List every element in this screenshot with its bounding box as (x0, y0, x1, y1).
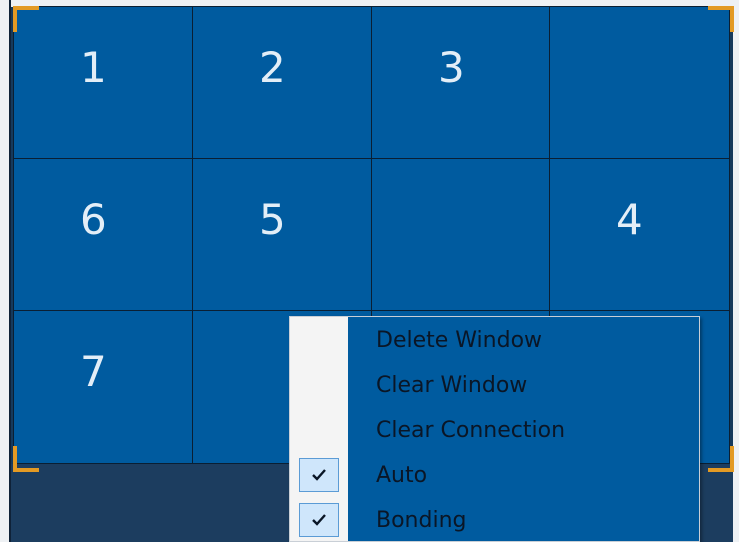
wall-cell-9[interactable]: 7 (14, 311, 193, 464)
menu-item-clear-window[interactable]: Clear Window (290, 364, 699, 409)
cell-number: 5 (259, 195, 286, 244)
cell-number: 4 (616, 195, 643, 244)
menu-item-label: Delete Window (376, 328, 543, 353)
wall-cell-4[interactable] (550, 7, 730, 159)
check-icon (299, 458, 339, 492)
wall-cell-5[interactable]: 6 (14, 159, 193, 311)
corner-marker-top-right (708, 6, 734, 32)
wall-cell-7[interactable] (372, 159, 550, 311)
window-frame-left (0, 0, 9, 542)
corner-marker-bottom-left (13, 446, 39, 472)
cell-number: 3 (438, 43, 465, 92)
cell-number: 2 (259, 43, 286, 92)
cell-number: 1 (80, 43, 107, 92)
menu-item-clear-connection[interactable]: Clear Connection (290, 409, 699, 454)
context-menu: Delete Window Clear Window Clear Connect… (289, 316, 700, 542)
menu-item-label: Auto (376, 463, 428, 488)
wall-cell-8[interactable]: 4 (550, 159, 730, 311)
wall-cell-1[interactable]: 1 (14, 7, 193, 159)
cell-number: 6 (80, 195, 107, 244)
corner-marker-bottom-right (708, 446, 734, 472)
corner-marker-top-left (13, 6, 39, 32)
menu-item-bonding[interactable]: Bonding (290, 499, 699, 541)
wall-cell-3[interactable]: 3 (372, 7, 550, 159)
menu-item-label: Clear Window (376, 373, 528, 398)
check-icon (299, 503, 339, 537)
window-frame-divider (9, 0, 11, 542)
cell-number: 7 (80, 347, 107, 396)
wall-cell-2[interactable]: 2 (193, 7, 372, 159)
menu-item-delete-window[interactable]: Delete Window (290, 319, 699, 364)
menu-item-label: Clear Connection (376, 418, 566, 443)
window-frame-top (0, 0, 739, 7)
menu-item-label: Bonding (376, 508, 467, 533)
menu-item-auto[interactable]: Auto (290, 454, 699, 499)
wall-cell-6[interactable]: 5 (193, 159, 372, 311)
